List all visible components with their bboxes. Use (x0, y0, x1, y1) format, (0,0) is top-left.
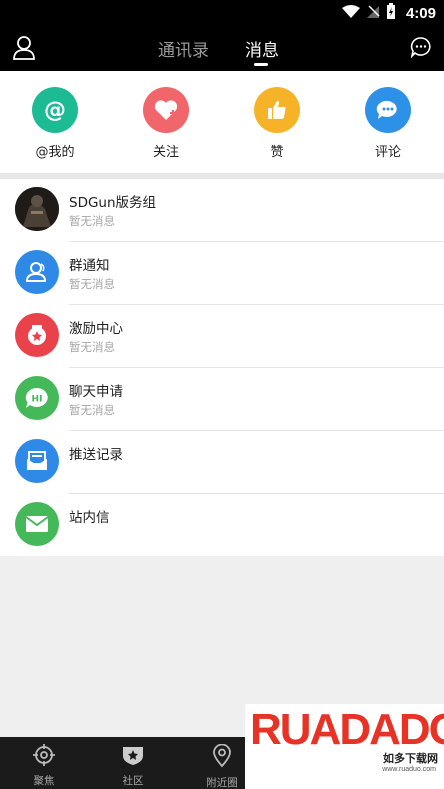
tab-contacts[interactable]: 通讯录 (158, 36, 209, 61)
focus-target-icon (33, 744, 55, 770)
quick-action-like[interactable]: 赞 (237, 87, 317, 160)
message-row-sdgun[interactable]: SDGun版务组 暂无消息 (0, 179, 444, 242)
group-photo-avatar (15, 187, 59, 231)
message-title: 激励中心 (69, 321, 123, 337)
watermark-cn-text: 如多下载网 (383, 752, 438, 765)
thumbs-up-icon (254, 87, 300, 133)
message-title: 推送记录 (69, 447, 123, 463)
quick-action-at-me[interactable]: @ @我的 (15, 87, 95, 160)
tab-messages[interactable]: 消息 (245, 36, 279, 61)
push-record-icon (15, 439, 59, 483)
top-bar: 通讯录 消息 (0, 26, 444, 71)
status-bar: 4:09 (0, 0, 444, 26)
quick-action-follow[interactable]: 关注 (126, 87, 206, 160)
at-icon: @ (32, 87, 78, 133)
message-subtitle: 暂无消息 (69, 277, 115, 291)
nav-item-community[interactable]: 社区 (103, 744, 163, 788)
quick-actions: @ @我的 关注 赞 评论 (0, 71, 444, 173)
message-row-chat-request[interactable]: HI 聊天申请 暂无消息 (0, 368, 444, 431)
hi-chat-icon: HI (15, 376, 59, 420)
message-row-push-record[interactable]: 推送记录 (0, 431, 444, 494)
watermark-logo: RUADADO 如多下载网 www.ruaduo.com (245, 704, 444, 789)
message-row-incentive[interactable]: 激励中心 暂无消息 (0, 305, 444, 368)
message-title: 聊天申请 (69, 384, 123, 400)
quick-action-label: @我的 (35, 145, 75, 160)
wifi-icon (341, 4, 360, 23)
heart-plus-icon (143, 87, 189, 133)
message-list: SDGun版务组 暂无消息 群通知 暂无消息 激励中心 暂无消息 HI 聊天申请… (0, 179, 444, 556)
message-subtitle: 暂无消息 (69, 214, 115, 228)
message-title: 群通知 (69, 258, 110, 274)
incentive-icon (15, 313, 59, 357)
chat-bubble-icon[interactable] (410, 36, 432, 59)
svg-text:@: @ (44, 98, 66, 123)
tab-indicator (254, 63, 268, 66)
message-title: SDGun版务组 (69, 195, 157, 211)
message-title: 站内信 (69, 510, 110, 526)
nav-item-nearby[interactable]: 附近圈 (192, 743, 252, 789)
status-time: 4:09 (405, 5, 436, 22)
group-notice-icon (15, 250, 59, 294)
location-pin-icon (212, 743, 232, 772)
message-row-inbox[interactable]: 站内信 (0, 494, 444, 557)
message-row-group-notice[interactable]: 群通知 暂无消息 (0, 242, 444, 305)
quick-action-label: 赞 (270, 145, 284, 160)
message-subtitle: 暂无消息 (69, 403, 115, 417)
nav-label: 社区 (122, 775, 144, 787)
message-subtitle: 暂无消息 (69, 340, 115, 354)
quick-action-comment[interactable]: 评论 (348, 87, 428, 160)
quick-action-label: 评论 (374, 145, 401, 160)
watermark-brand: RUADADO (250, 705, 444, 754)
signal-off-icon (366, 4, 380, 23)
battery-charging-icon (386, 3, 396, 24)
quick-action-label: 关注 (152, 145, 179, 160)
mail-icon (15, 502, 59, 546)
svg-text:HI: HI (32, 395, 43, 405)
nav-item-focus[interactable]: 聚焦 (14, 744, 74, 788)
comment-icon (365, 87, 411, 133)
watermark-url: www.ruaduo.com (382, 766, 436, 773)
nav-label: 附近圈 (206, 777, 238, 789)
user-icon[interactable] (12, 35, 36, 61)
nav-label: 聚焦 (33, 775, 55, 787)
community-badge-icon (121, 747, 145, 770)
